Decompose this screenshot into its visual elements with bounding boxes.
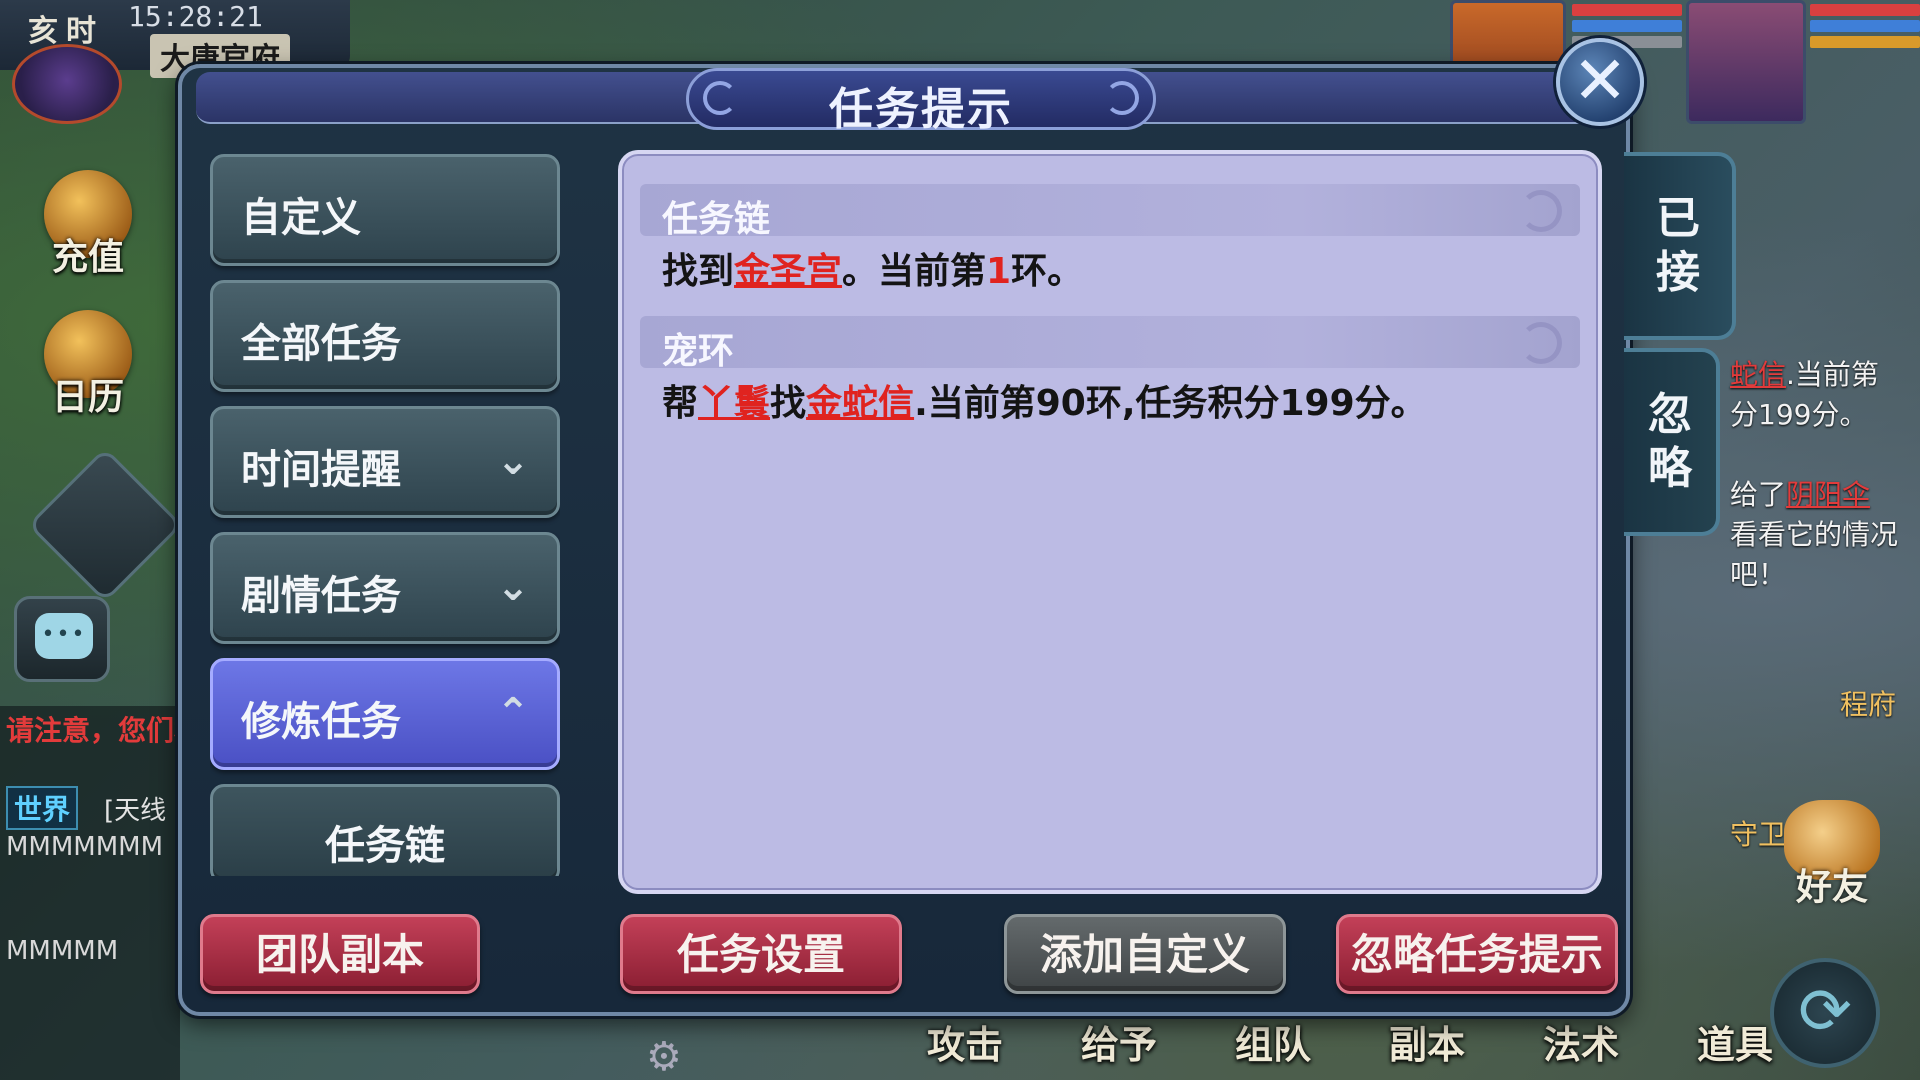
- dungeon-button[interactable]: 副本: [1372, 1014, 1482, 1080]
- chat-warning: 请注意，您们相互之间发布: [6, 714, 176, 747]
- text-fragment: 帮: [662, 383, 699, 424]
- tab-label: 忽略: [1648, 389, 1692, 494]
- friend-button[interactable]: 好友: [1772, 800, 1892, 910]
- background-chat-text: 蛇信.当前第 分199分。 给了阴阳伞 看看它的情况吧！ 程府 守卫: [1730, 358, 1899, 851]
- dialog-title: 任务提示: [829, 84, 1013, 135]
- chevron-down-icon: ⌄: [496, 564, 530, 610]
- ignore-task-hint-button[interactable]: 忽略任务提示: [1336, 914, 1618, 994]
- swirl-ornament-icon: [1520, 190, 1562, 232]
- npc-link[interactable]: 金圣宫: [734, 251, 842, 292]
- item-link[interactable]: 金蛇信: [806, 383, 914, 424]
- tab-label: 已接: [1656, 193, 1700, 298]
- task-section-header: 任务链: [640, 184, 1580, 240]
- close-icon[interactable]: ✕: [1556, 38, 1644, 126]
- spell-button[interactable]: 法术: [1526, 1014, 1636, 1080]
- text-fragment: 。当前第: [842, 251, 987, 292]
- text-fragment: 环。: [1011, 251, 1084, 292]
- task-section-title: 宠环: [662, 331, 735, 372]
- nav-item-time-reminder[interactable]: 时间提醒 ⌄: [210, 406, 560, 518]
- nav-item-label: 自定义: [241, 195, 361, 241]
- player-avatar[interactable]: [1686, 0, 1806, 124]
- chat-panel[interactable]: 请注意，您们相互之间发布 世界 [天线 MMMMMMM MMMMM: [0, 706, 180, 1080]
- calendar-button[interactable]: 日历: [28, 310, 148, 420]
- chat-channel-badge: 世界: [6, 786, 79, 830]
- nav-item-all-tasks[interactable]: 全部任务: [210, 280, 560, 392]
- friend-label: 好友: [1795, 867, 1868, 908]
- title-bar: 任务提示: [196, 68, 1612, 135]
- text-fragment: 找到: [662, 251, 735, 292]
- calendar-label: 日历: [51, 377, 124, 418]
- nav-item-story-tasks[interactable]: 剧情任务 ⌄: [210, 532, 560, 644]
- title-plate: 任务提示: [686, 68, 1156, 135]
- chat-line: MMMMM: [6, 936, 119, 966]
- give-button[interactable]: 给予: [1064, 1014, 1174, 1080]
- nav-item-label: 修炼任务: [241, 699, 401, 745]
- chat-icon[interactable]: [14, 596, 110, 682]
- nav-item-label: 全部任务: [241, 321, 401, 367]
- task-section-header: 宠环: [640, 316, 1580, 372]
- recharge-label: 充值: [51, 237, 124, 278]
- add-custom-button[interactable]: 添加自定义: [1004, 914, 1286, 994]
- minimap-emblem-icon[interactable]: [12, 44, 122, 124]
- nav-item-label: 时间提醒: [241, 447, 401, 493]
- player-status-bars: [1810, 4, 1920, 52]
- task-hint-dialog: 任务提示 自定义 全部任务 时间提醒 ⌄ 剧情任务 ⌄ 修炼任务 ⌃ 任务链 任…: [178, 64, 1630, 1016]
- nav-subitem-task-chain[interactable]: 任务链: [210, 784, 560, 876]
- nav-item-label: 剧情任务: [241, 573, 401, 619]
- task-settings-button[interactable]: 任务设置: [620, 914, 902, 994]
- task-content-panel: 任务链 找到金圣宫。当前第1环。 宠环 帮丫鬟找金蛇信.当前第90环,任务积分1…: [618, 150, 1602, 894]
- text-fragment: .当前第90环,任务积分199分。: [914, 383, 1427, 424]
- task-section: 宠环 帮丫鬟找金蛇信.当前第90环,任务积分199分。: [640, 316, 1580, 426]
- bottom-action-bar: 攻击 给予 组队 副本 法术 道具: [640, 1014, 1790, 1080]
- tab-ignored[interactable]: 忽略: [1624, 348, 1720, 536]
- chat-line: MMMMMMM: [6, 832, 164, 862]
- task-description: 找到金圣宫。当前第1环。: [640, 242, 1580, 294]
- nav-item-label: 任务链: [325, 823, 445, 869]
- task-section: 任务链 找到金圣宫。当前第1环。: [640, 184, 1580, 294]
- nav-item-custom[interactable]: 自定义: [210, 154, 560, 266]
- dialog-actions: 团队副本 任务设置 添加自定义 忽略任务提示: [200, 914, 1618, 998]
- items-button[interactable]: 道具: [1680, 1014, 1790, 1080]
- text-fragment: 找: [770, 383, 807, 424]
- task-section-title: 任务链: [662, 199, 771, 240]
- joystick-icon[interactable]: [27, 447, 183, 603]
- team-dungeon-button[interactable]: 团队副本: [200, 914, 480, 994]
- nav-item-cultivation-tasks[interactable]: 修炼任务 ⌃: [210, 658, 560, 770]
- clock-label: 15:28:21: [128, 0, 263, 33]
- task-category-nav: 自定义 全部任务 时间提醒 ⌄ 剧情任务 ⌄ 修炼任务 ⌃ 任务链: [210, 154, 560, 876]
- recharge-button[interactable]: 充值: [28, 170, 148, 280]
- round-number: 1: [986, 251, 1012, 292]
- chat-sender[interactable]: [天线: [104, 790, 180, 827]
- chevron-down-icon: ⌄: [496, 438, 530, 484]
- attack-button[interactable]: 攻击: [910, 1014, 1020, 1080]
- swirl-ornament-icon: [1520, 322, 1562, 364]
- tab-accepted[interactable]: 已接: [1624, 152, 1736, 340]
- chevron-up-icon: ⌃: [496, 690, 530, 736]
- task-description: 帮丫鬟找金蛇信.当前第90环,任务积分199分。: [640, 374, 1580, 426]
- npc-link[interactable]: 丫鬟: [698, 383, 770, 424]
- team-button[interactable]: 组队: [1218, 1014, 1328, 1080]
